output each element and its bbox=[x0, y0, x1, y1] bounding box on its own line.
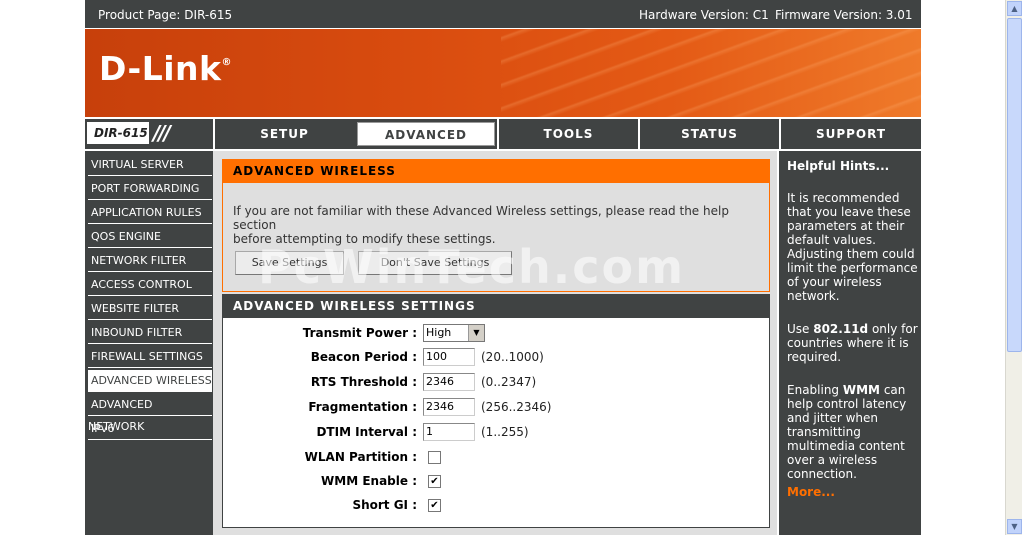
slash-decoration-icon: /// bbox=[153, 121, 171, 145]
sidebar-item-network-filter[interactable]: NETWORK FILTER bbox=[88, 250, 212, 272]
dtim-interval-range: (1..255) bbox=[481, 425, 529, 439]
wlan-partition-control bbox=[423, 448, 441, 467]
beacon-period-row: Beacon Period : 100 (20..1000) bbox=[223, 348, 769, 368]
sidebar-item-application-rules[interactable]: APPLICATION RULES bbox=[88, 202, 212, 224]
dtim-interval-input[interactable]: 1 bbox=[423, 423, 475, 441]
wlan-partition-label: WLAN Partition : bbox=[304, 450, 417, 464]
vertical-scrollbar[interactable]: ▲ ▼ bbox=[1005, 0, 1022, 535]
hint-3-text-a: Enabling bbox=[787, 383, 843, 397]
transmit-power-select[interactable]: High ▼ bbox=[423, 324, 485, 342]
intro-line-1: If you are not familiar with these Advan… bbox=[233, 204, 729, 232]
transmit-power-label: Transmit Power : bbox=[302, 326, 417, 340]
rts-threshold-input[interactable]: 2346 bbox=[423, 373, 475, 391]
fragmentation-row: Fragmentation : 2346 (256..2346) bbox=[223, 398, 769, 418]
hints-title: Helpful Hints... bbox=[787, 159, 890, 173]
beacon-period-input[interactable]: 100 bbox=[423, 348, 475, 366]
logo-text: D-Link bbox=[99, 49, 222, 88]
dtim-interval-control: 1 (1..255) bbox=[423, 423, 529, 441]
model-badge: DIR-615 /// bbox=[85, 119, 213, 149]
settings-title: ADVANCED WIRELESS SETTINGS bbox=[223, 295, 769, 318]
sidebar-item-website-filter[interactable]: WEBSITE FILTER bbox=[88, 298, 212, 320]
sidebar-item-inbound-filter[interactable]: INBOUND FILTER bbox=[88, 322, 212, 344]
model-name: DIR-615 bbox=[87, 122, 149, 144]
banner-stripes bbox=[501, 29, 921, 117]
hint-paragraph-3: Enabling WMM can help control latency an… bbox=[787, 383, 919, 481]
wmm-enable-checkbox[interactable]: ✔ bbox=[428, 475, 441, 488]
tab-tools[interactable]: TOOLS bbox=[497, 119, 638, 149]
scrollbar-thumb[interactable] bbox=[1007, 18, 1022, 352]
sidebar-item-firewall-settings[interactable]: FIREWALL SETTINGS bbox=[88, 346, 212, 368]
transmit-power-control: High ▼ bbox=[423, 324, 485, 342]
tab-advanced[interactable]: ADVANCED bbox=[357, 122, 495, 146]
beacon-period-label: Beacon Period : bbox=[310, 350, 417, 364]
short-gi-control: ✔ bbox=[423, 496, 441, 512]
fragmentation-label: Fragmentation : bbox=[308, 400, 417, 414]
short-gi-row: Short GI : ✔ bbox=[223, 496, 769, 516]
beacon-period-control: 100 (20..1000) bbox=[423, 348, 544, 366]
beacon-period-range: (20..1000) bbox=[481, 350, 544, 364]
tab-status[interactable]: STATUS bbox=[638, 119, 779, 149]
watermark-text: PcWinTech.com bbox=[258, 240, 685, 294]
rts-threshold-row: RTS Threshold : 2346 (0..2347) bbox=[223, 373, 769, 393]
product-page-label: Product Page: DIR-615 bbox=[98, 8, 233, 22]
advanced-wireless-settings: ADVANCED WIRELESS SETTINGS Transmit Powe… bbox=[222, 294, 770, 528]
main-navigation: DIR-615 /// SETUP ADVANCED TOOLS STATUS … bbox=[85, 119, 921, 149]
tab-support[interactable]: SUPPORT bbox=[779, 119, 921, 149]
hint-2-bold: 802.11d bbox=[813, 322, 869, 336]
dlink-logo: D-Link® bbox=[99, 49, 232, 88]
sidebar-item-ipv6[interactable]: IPv6 bbox=[88, 418, 212, 440]
wmm-enable-row: WMM Enable : ✔ bbox=[223, 472, 769, 492]
header-banner: D-Link® bbox=[85, 29, 921, 117]
hint-paragraph-1: It is recommended that you leave these p… bbox=[787, 191, 918, 303]
sidebar-item-virtual-server[interactable]: VIRTUAL SERVER bbox=[88, 154, 212, 176]
hint-3-text-b: can help control latency and jitter when… bbox=[787, 383, 907, 481]
tab-setup[interactable]: SETUP bbox=[213, 119, 354, 149]
sidebar-item-advanced-network[interactable]: ADVANCED NETWORK bbox=[88, 394, 212, 433]
scroll-up-arrow-icon[interactable]: ▲ bbox=[1007, 1, 1022, 16]
sidebar-item-port-forwarding[interactable]: PORT FORWARDING bbox=[88, 178, 212, 200]
sidebar-item-advanced-wireless[interactable]: ADVANCED WIRELESS bbox=[88, 370, 212, 392]
hint-paragraph-2: Use 802.11d only for countries where it … bbox=[787, 322, 919, 364]
section-title: ADVANCED WIRELESS bbox=[223, 160, 769, 183]
firmware-version: Firmware Version: 3.01 bbox=[775, 8, 913, 22]
registered-mark: ® bbox=[221, 57, 232, 68]
dtim-interval-row: DTIM Interval : 1 (1..255) bbox=[223, 423, 769, 443]
transmit-power-row: Transmit Power : High ▼ bbox=[223, 324, 769, 344]
wmm-enable-label: WMM Enable : bbox=[321, 474, 417, 488]
short-gi-checkbox[interactable]: ✔ bbox=[428, 499, 441, 512]
hint-2-text-a: Use bbox=[787, 322, 814, 336]
scroll-down-arrow-icon[interactable]: ▼ bbox=[1007, 519, 1022, 534]
dtim-interval-label: DTIM Interval : bbox=[316, 425, 417, 439]
wmm-enable-control: ✔ bbox=[423, 472, 441, 488]
helpful-hints-panel: Helpful Hints... It is recommended that … bbox=[779, 151, 921, 535]
fragmentation-input[interactable]: 2346 bbox=[423, 398, 475, 416]
rts-threshold-label: RTS Threshold : bbox=[310, 375, 417, 389]
hint-3-bold: WMM bbox=[842, 383, 880, 397]
short-gi-label: Short GI : bbox=[352, 498, 417, 512]
rts-threshold-control: 2346 (0..2347) bbox=[423, 373, 536, 391]
sidebar-item-access-control[interactable]: ACCESS CONTROL bbox=[88, 274, 212, 296]
fragmentation-control: 2346 (256..2346) bbox=[423, 398, 551, 416]
main-content: ADVANCED WIRELESS If you are not familia… bbox=[213, 151, 777, 535]
sidebar-menu: VIRTUAL SERVER PORT FORWARDING APPLICATI… bbox=[85, 151, 213, 535]
wlan-partition-row: WLAN Partition : bbox=[223, 448, 769, 468]
wlan-partition-checkbox[interactable] bbox=[428, 451, 441, 464]
top-info-bar: Product Page: DIR-615 Hardware Version: … bbox=[85, 0, 921, 28]
hardware-version: Hardware Version: C1 bbox=[639, 8, 769, 22]
chevron-down-icon: ▼ bbox=[468, 325, 484, 341]
more-link[interactable]: More... bbox=[787, 485, 919, 499]
transmit-power-value: High bbox=[426, 326, 452, 339]
sidebar-item-qos-engine[interactable]: QOS ENGINE bbox=[88, 226, 212, 248]
fragmentation-range: (256..2346) bbox=[481, 400, 552, 414]
rts-threshold-range: (0..2347) bbox=[481, 375, 537, 389]
